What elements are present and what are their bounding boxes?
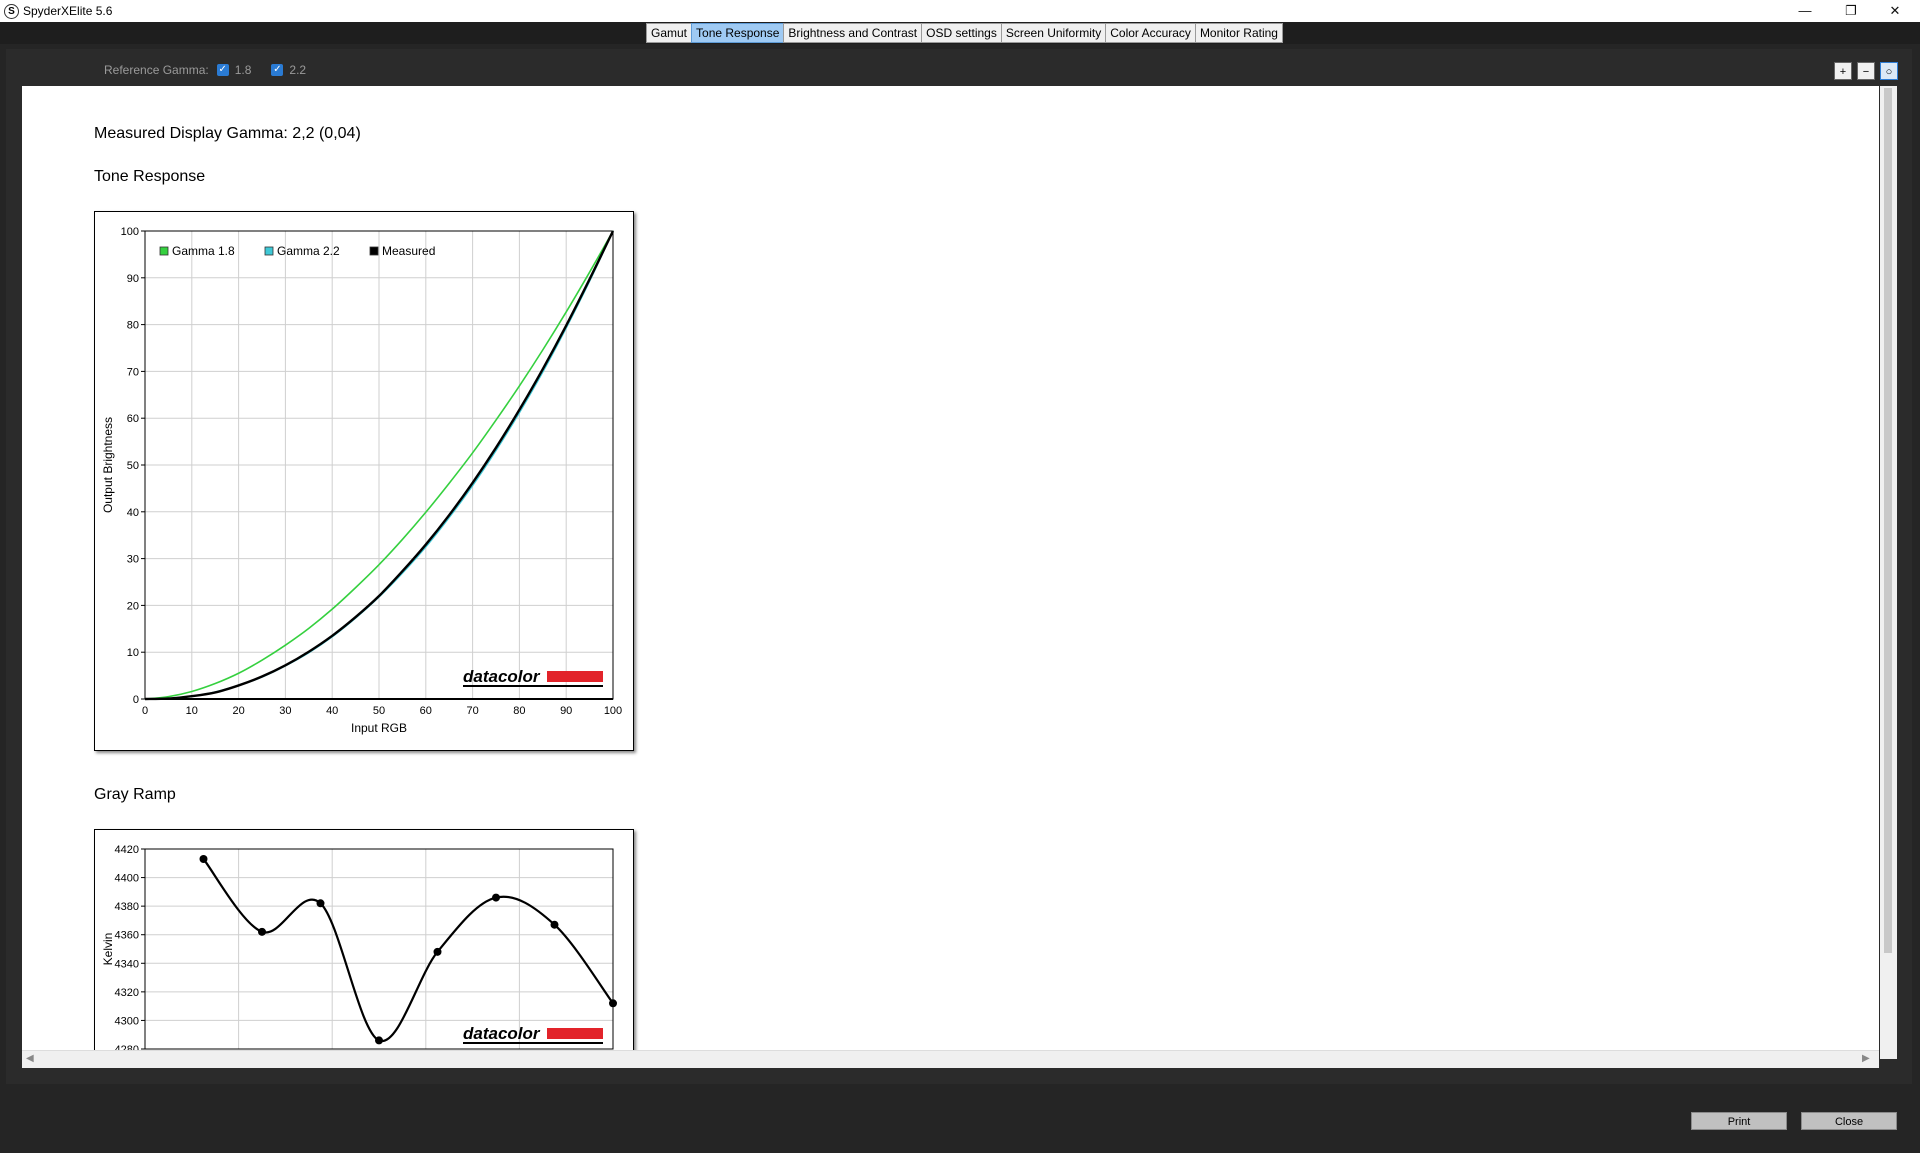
- y-tick-label: 4320: [115, 987, 139, 999]
- close-button[interactable]: Close: [1801, 1112, 1897, 1130]
- tone-response-heading: Tone Response: [94, 168, 206, 185]
- tab-tone-response[interactable]: Tone Response: [691, 23, 785, 43]
- gamma-1-8-checkbox[interactable]: ✓: [216, 64, 229, 76]
- tone-response-chart: 0 10 20 30 40 50 60 70 80 90 100 0 10 20 30 40 50 60 70 80 9…: [101, 226, 622, 735]
- x-tick-label: 90: [560, 705, 572, 717]
- gamma-1-8-label: 1.8: [234, 63, 252, 77]
- y-tick-label: 10: [127, 647, 139, 659]
- tab-screen-uniformity[interactable]: Screen Uniformity: [1000, 23, 1107, 43]
- kelvin-line: [202, 858, 614, 1042]
- horizontal-scrollbar[interactable]: ◀ ▶: [22, 1050, 1879, 1068]
- tab-osd-settings[interactable]: OSD settings: [921, 23, 1002, 43]
- legend-label: Gamma 1.8: [172, 244, 235, 258]
- y-tick-label: 90: [127, 273, 139, 285]
- kelvin-point: [609, 999, 617, 1008]
- y-tick-label: 4300: [115, 1015, 139, 1027]
- zoom-controls: + − ○: [1829, 62, 1898, 80]
- y-tick-label: 4380: [115, 901, 139, 913]
- kelvin-point: [258, 927, 266, 936]
- x-tick-label: 80: [513, 705, 525, 717]
- y-tick-label: 40: [127, 507, 139, 519]
- y-tick-label: 20: [127, 600, 139, 612]
- tab-gamut[interactable]: Gamut: [646, 23, 693, 43]
- measured-gamma-text: Measured Display Gamma: 2,2 (0,04): [94, 125, 361, 142]
- gamma-2-2-checkbox[interactable]: ✓: [271, 64, 284, 76]
- tab-color-accuracy[interactable]: Color Accuracy: [1105, 23, 1196, 43]
- vertical-scrollbar[interactable]: [1880, 86, 1897, 1059]
- legend-swatch: [159, 246, 169, 256]
- datacolor-logo-text: datacolor: [463, 1024, 541, 1043]
- scroll-left-icon[interactable]: ◀: [26, 1053, 34, 1064]
- x-tick-label: 60: [420, 705, 432, 717]
- legend-swatch: [264, 246, 274, 256]
- vertical-scroll-thumb[interactable]: [1884, 88, 1892, 953]
- y-tick-label: 0: [133, 694, 139, 706]
- y-axis-title: Kelvin: [101, 933, 115, 966]
- datacolor-logo-bar: [547, 1028, 603, 1039]
- x-tick-label: 100: [604, 705, 622, 717]
- app-logo-icon: S: [4, 4, 19, 19]
- zoom-in-icon[interactable]: +: [1834, 62, 1852, 80]
- tab-monitor-rating[interactable]: Monitor Rating: [1194, 23, 1283, 43]
- gray-ramp-chart-frame: 42804300432043404360438044004420Kelvinda…: [94, 829, 634, 1059]
- kelvin-point: [199, 855, 208, 863]
- datacolor-logo-underline: [463, 685, 603, 687]
- legend-label: Gamma 2.2: [277, 244, 340, 258]
- y-tick-label: 4340: [115, 958, 139, 970]
- print-button[interactable]: Print: [1691, 1112, 1787, 1130]
- minimize-button[interactable]: —: [1782, 0, 1828, 22]
- datacolor-logo-text: datacolor: [463, 667, 541, 686]
- y-axis-title: Output Brightness: [101, 417, 115, 513]
- close-window-button[interactable]: ✕: [1872, 0, 1918, 22]
- x-tick-label: 30: [279, 705, 291, 717]
- gray-ramp-chart: 42804300432043404360438044004420Kelvinda…: [101, 844, 617, 1056]
- tone-response-chart-frame: 0 10 20 30 40 50 60 70 80 90 100 0 10 20 30 40 50 60 70 80 9…: [94, 211, 634, 751]
- y-tick-label: 50: [127, 460, 139, 472]
- y-tick-label: 80: [127, 320, 139, 332]
- x-axis-title: Input RGB: [351, 721, 407, 735]
- x-tick-label: 20: [232, 705, 244, 717]
- x-tick-label: 10: [186, 705, 198, 717]
- kelvin-point: [433, 947, 442, 956]
- kelvin-point: [316, 899, 325, 908]
- gray-ramp-heading: Gray Ramp: [94, 786, 176, 803]
- title-bar: S SpyderXElite 5.6 — ❐ ✕: [0, 0, 1920, 22]
- datacolor-logo-bar: [547, 671, 603, 682]
- legend-label: Measured: [382, 244, 435, 258]
- x-tick-label: 70: [466, 705, 478, 717]
- y-tick-label: 4360: [115, 930, 139, 942]
- reference-gamma-label: Reference Gamma:: [104, 63, 209, 77]
- tab-strip: Gamut Tone Response Brightness and Contr…: [646, 23, 1283, 43]
- x-tick-label: 0: [142, 705, 148, 717]
- y-tick-label: 4400: [115, 873, 139, 885]
- x-tick-label: 50: [373, 705, 385, 717]
- gamma-2-2-label: 2.2: [289, 63, 307, 77]
- restore-button[interactable]: ❐: [1828, 0, 1874, 22]
- y-tick-label: 4420: [115, 844, 139, 856]
- kelvin-point: [550, 920, 559, 929]
- report-view: Measured Display Gamma: 2,2 (0,04) Tone …: [22, 86, 1879, 1059]
- kelvin-point: [375, 1036, 383, 1045]
- datacolor-logo-underline: [463, 1042, 603, 1044]
- y-tick-label: 70: [127, 366, 139, 378]
- x-tick-label: 40: [326, 705, 338, 717]
- zoom-fit-icon[interactable]: ○: [1880, 62, 1898, 80]
- y-tick-label: 60: [127, 413, 139, 425]
- y-tick-label: 100: [121, 226, 139, 238]
- kelvin-point: [492, 893, 500, 902]
- tab-brightness-contrast[interactable]: Brightness and Contrast: [783, 23, 923, 43]
- reference-gamma-bar: Reference Gamma: ✓ 1.8 ✓ 2.2: [104, 63, 306, 77]
- y-tick-label: 30: [127, 554, 139, 566]
- zoom-out-icon[interactable]: −: [1857, 62, 1875, 80]
- legend-swatch: [369, 246, 379, 256]
- plot-area: [144, 848, 614, 1050]
- window-title: SpyderXElite 5.6: [23, 4, 113, 18]
- scroll-right-icon[interactable]: ▶: [1862, 1053, 1870, 1064]
